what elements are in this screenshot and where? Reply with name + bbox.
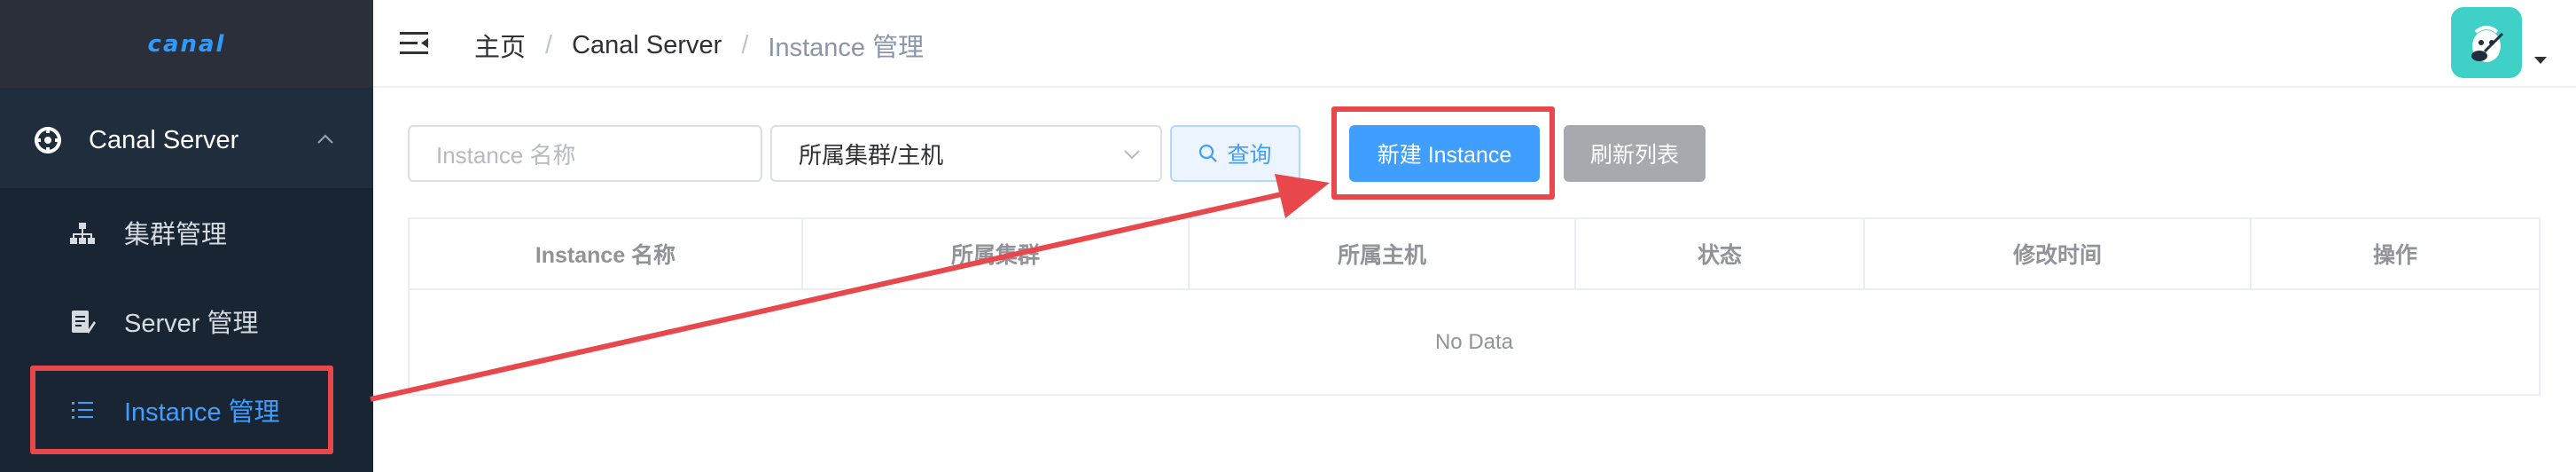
sidebar-item-label: Server 管理 [124, 310, 259, 338]
sidebar-item-cluster[interactable]: 集群管理 [0, 188, 373, 277]
breadcrumb-separator: / [545, 30, 553, 59]
logo-bar: canal [0, 0, 373, 88]
sidebar-item-server[interactable]: Server 管理 [0, 277, 373, 366]
refresh-list-button[interactable]: 刷新列表 [1564, 125, 1706, 182]
column-header[interactable]: 所属集群 [803, 219, 1190, 288]
empty-state: No Data [1434, 329, 1514, 354]
logo[interactable]: canal [148, 31, 226, 58]
caret-down-icon[interactable] [2533, 55, 2548, 66]
sidebar-item-label: Instance 管理 [124, 398, 280, 427]
instance-name-input[interactable]: Instance 名称 [408, 125, 762, 182]
header: 主页 / Canal Server / Instance 管理 [373, 0, 2576, 88]
breadcrumb-current: Instance 管理 [768, 34, 925, 62]
search-icon [1199, 144, 1218, 162]
new-instance-button[interactable]: 新建 Instance [1349, 125, 1540, 182]
instance-name-placeholder: Instance 名称 [436, 141, 576, 169]
new-instance-button-label: 新建 Instance [1377, 143, 1512, 168]
menu-canal-server-label: Canal Server [89, 125, 239, 154]
app-root: canal Canal Server 集群管理 Server 管理 Instan… [0, 0, 2576, 472]
sidebar: canal Canal Server 集群管理 Server 管理 Instan… [0, 0, 373, 472]
cluster-icon [70, 223, 95, 244]
breadcrumb-home[interactable]: 主页 [474, 27, 526, 64]
list-icon [72, 402, 93, 419]
cluster-host-select[interactable]: 所属集群/主机 [770, 125, 1162, 182]
column-header[interactable]: 状态 [1576, 219, 1865, 288]
avatar[interactable] [2451, 7, 2522, 78]
chevron-down-icon [1124, 150, 1140, 160]
instance-table: Instance 名称 所属集群 所属主机 状态 修改时间 操作 No Data [408, 217, 2541, 396]
sidebar-item-label: 集群管理 [124, 221, 228, 249]
cluster-host-select-value: 所属集群/主机 [799, 141, 944, 169]
sidebar-item-instance[interactable]: Instance 管理 [0, 366, 373, 454]
search-button-label: 查询 [1227, 143, 1272, 168]
table-header: Instance 名称 所属集群 所属主机 状态 修改时间 操作 [410, 219, 2539, 290]
breadcrumb: 主页 / Canal Server / Instance 管理 [474, 27, 924, 64]
column-header[interactable]: 所属主机 [1190, 219, 1576, 288]
column-header[interactable]: 修改时间 [1865, 219, 2252, 288]
submenu: 集群管理 Server 管理 Instance 管理 [0, 188, 373, 472]
menu-canal-server[interactable]: Canal Server [0, 94, 373, 186]
settings-icon [35, 127, 61, 153]
chevron-up-icon [317, 134, 333, 144]
breadcrumb-canal-server[interactable]: Canal Server [572, 31, 722, 60]
column-header[interactable]: Instance 名称 [410, 219, 803, 288]
breadcrumb-separator: / [741, 30, 749, 59]
column-header[interactable]: 操作 [2252, 219, 2539, 288]
avatar-image [2471, 26, 2504, 62]
search-button[interactable]: 查询 [1170, 125, 1300, 182]
menu-fold-icon[interactable] [400, 30, 430, 57]
refresh-list-button-label: 刷新列表 [1589, 143, 1679, 168]
server-icon [72, 311, 96, 334]
